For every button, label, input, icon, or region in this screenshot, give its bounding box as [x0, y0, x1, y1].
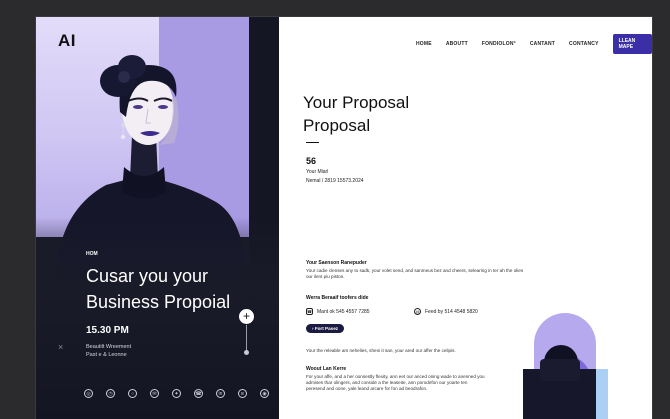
proposal-number: 56	[306, 156, 317, 166]
contact-phone[interactable]: ☎ Mant ok 545 4557 7285	[306, 308, 370, 315]
linkedin-icon[interactable]: in	[216, 389, 225, 398]
nav-item-company[interactable]: CONTANCY	[569, 41, 599, 47]
behance-icon[interactable]: ʙ	[238, 389, 247, 398]
hero-subtitle: Beautilt Wreement Past e & Leonne	[86, 343, 166, 359]
hero-subtitle-line1: Beautilt Wreement	[86, 344, 132, 350]
figure-body-illustration	[540, 359, 580, 381]
nav-item-foundation[interactable]: FONDIOLON°	[482, 41, 516, 47]
title-divider	[306, 142, 319, 143]
nav-item-contact[interactable]: CANTANT	[530, 41, 555, 47]
mail-icon[interactable]: ✉	[150, 389, 159, 398]
top-nav: HOME ABOUTT FONDIOLON° CANTANT CONTANCY …	[416, 34, 652, 54]
contact-mail-text: Feed by 514 4548 5820	[425, 308, 478, 315]
nav-item-about[interactable]: ABOUTT	[446, 41, 468, 47]
nav-item-home[interactable]: HOME	[416, 41, 432, 47]
first-pass-label: Fort Pasez	[314, 326, 339, 331]
plus-button[interactable]: +	[239, 309, 254, 324]
learn-more-button[interactable]: LLEAN MAPE	[612, 34, 652, 54]
timeline-dot	[244, 350, 249, 355]
section-heading-1: Your Saenson Ranepuder	[306, 260, 367, 266]
hero-tag: HOM	[86, 251, 98, 257]
clock-icon[interactable]: ◷	[106, 389, 115, 398]
social-icon-row: ◎ ◷ ○ ✉ ✦ ☎ in ʙ ◉ ⌄	[84, 389, 279, 398]
at-icon: @	[414, 308, 421, 315]
close-icon[interactable]: ×	[58, 342, 63, 352]
first-pass-button[interactable]: › Fort Pasez	[306, 324, 345, 333]
contact-mail[interactable]: @ Feed by 514 4548 5820	[414, 308, 478, 315]
section-heading-4: Woout Lan Kerre	[306, 366, 347, 372]
proposal-meta-name: Your Miarl	[306, 169, 329, 175]
contact-phone-text: Mant ok 545 4557 7285	[317, 308, 370, 315]
phone-icon[interactable]: ☎	[194, 389, 203, 398]
brand-logo[interactable]: AI	[58, 31, 76, 51]
app-window: AI HOM Cusar you your Business Propoial …	[36, 17, 652, 419]
dribbble-icon[interactable]: ◎	[84, 389, 93, 398]
instagram-icon[interactable]: ○	[128, 389, 137, 398]
hero-title: Cusar you your Business Propoial	[86, 266, 231, 312]
section-heading-2: Werra Beraaif toofers dide	[306, 295, 369, 301]
timeline-line	[246, 325, 247, 351]
blue-panel-illustration	[596, 369, 608, 419]
hero-time: 15.30 PM	[86, 325, 129, 336]
globe-icon[interactable]: ◉	[260, 389, 269, 398]
section-text-4: For your affe, and a her oonsestly flexi…	[306, 374, 485, 391]
arrow-right-icon: ›	[312, 326, 314, 331]
hero-subtitle-line2: Past e & Leonne	[86, 352, 127, 358]
twitter-icon[interactable]: ✦	[172, 389, 181, 398]
section-text-1: Your cadie clenses any to sadk, your vol…	[306, 268, 524, 279]
proposal-meta-date: Nemal / 2819 15573.2024	[306, 178, 364, 184]
page-title: Your Proposal Proposal	[303, 93, 410, 135]
section-text-3: Your the releable ars nehelies, sheni it…	[306, 348, 456, 353]
phone-icon: ☎	[306, 308, 313, 315]
hero-panel: AI HOM Cusar you your Business Propoial …	[36, 17, 279, 419]
